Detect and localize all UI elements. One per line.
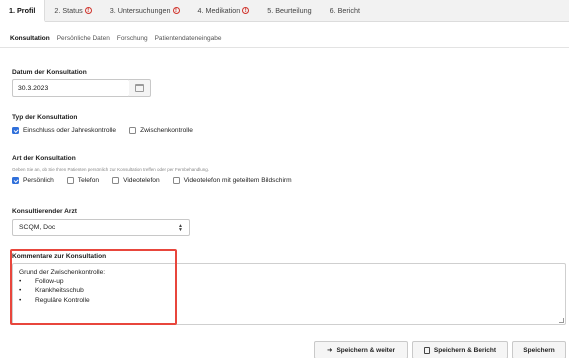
save-button[interactable]: Speichern <box>512 341 566 358</box>
checkbox-label: Zwischenkontrolle <box>140 127 193 134</box>
checkbox-unchecked-icon[interactable] <box>129 127 137 134</box>
checkbox-label: Videotelefon mit geteiltem Bildschirm <box>183 177 292 184</box>
document-icon <box>423 346 430 354</box>
checkbox-checked-icon[interactable] <box>12 177 19 184</box>
subtab-persoenliche-daten[interactable]: Persönliche Daten <box>57 35 110 42</box>
calendar-icon <box>135 84 144 92</box>
calendar-button[interactable] <box>129 79 151 97</box>
date-value: 30.3.2023 <box>18 84 49 92</box>
warning-icon: ! <box>242 7 250 14</box>
tab-label: 1. Profil <box>9 5 36 15</box>
tab-label: 6. Bericht <box>329 6 360 15</box>
tab-medikation[interactable]: 4. Medikation! <box>189 0 259 21</box>
tab-beurteilung[interactable]: 5. Beurteilung <box>258 0 320 21</box>
save-report-button[interactable]: Speichern & Bericht <box>412 341 508 358</box>
button-label: Speichern & weiter <box>336 346 395 354</box>
mode-hint: Geben Sie an, ob Sie Ihren Patienten per… <box>12 167 210 172</box>
main-tabs: 1. Profil 2. Status! 3. Untersuchungen! … <box>0 0 569 22</box>
tab-label: 4. Medikation <box>197 6 241 15</box>
tab-label: 2. Status <box>54 6 83 15</box>
button-label: Speichern & Bericht <box>433 346 497 354</box>
checkbox-videotelefon[interactable]: Videotelefon <box>112 177 160 184</box>
tab-bericht[interactable]: 6. Bericht <box>321 0 369 21</box>
checkbox-einschluss[interactable]: Einschluss oder Jahreskontrolle <box>12 127 116 134</box>
tab-label: 5. Beurteilung <box>267 6 312 15</box>
warning-icon: ! <box>172 7 180 14</box>
checkbox-unchecked-icon[interactable] <box>172 177 180 184</box>
doctor-select[interactable]: SCQM, Doc ▲ ▼ <box>12 219 190 236</box>
arrow-right-icon: ➜ <box>327 347 333 354</box>
mode-label: Art der Konsultation <box>12 155 76 162</box>
checkbox-checked-icon[interactable] <box>12 127 19 134</box>
button-label: Speichern <box>523 346 555 354</box>
type-label: Typ der Konsultation <box>12 114 78 121</box>
date-input[interactable]: 30.3.2023 <box>12 79 130 97</box>
checkbox-persoenlich[interactable]: Persönlich <box>12 177 54 184</box>
date-label: Datum der Konsultation <box>12 69 87 76</box>
doctor-label: Konsultierender Arzt <box>12 208 77 215</box>
checkbox-zwischenkontrolle[interactable]: Zwischenkontrolle <box>129 127 193 134</box>
sub-tabs: Konsultation Persönliche Daten Forschung… <box>0 30 569 48</box>
subtab-konsultation[interactable]: Konsultation <box>10 35 50 42</box>
tab-status[interactable]: 2. Status! <box>45 0 100 21</box>
resize-handle-icon[interactable] <box>559 318 564 323</box>
doctor-value: SCQM, Doc <box>19 224 56 231</box>
save-next-button[interactable]: ➜ Speichern & weiter <box>314 341 408 358</box>
select-arrows-icon: ▲ ▼ <box>178 222 183 233</box>
tab-label: 3. Untersuchungen <box>109 6 171 15</box>
checkbox-videotelefon-bildschirm[interactable]: Videotelefon mit geteiltem Bildschirm <box>172 177 292 184</box>
checkbox-unchecked-icon[interactable] <box>112 177 120 184</box>
checkbox-label: Telefon <box>77 177 100 184</box>
subtab-patientendateneingabe[interactable]: Patientendateneingabe <box>155 35 222 42</box>
subtab-forschung[interactable]: Forschung <box>117 35 148 42</box>
checkbox-unchecked-icon[interactable] <box>66 177 74 184</box>
warning-icon: ! <box>84 7 92 14</box>
checkbox-label: Einschluss oder Jahreskontrolle <box>23 127 117 134</box>
tab-untersuchungen[interactable]: 3. Untersuchungen! <box>101 0 189 21</box>
checkbox-label: Persönlich <box>23 177 54 184</box>
mode-options: Persönlich Telefon Videotelefon Videotel… <box>12 177 305 184</box>
checkbox-telefon[interactable]: Telefon <box>66 177 100 184</box>
type-options: Einschluss oder Jahreskontrolle Zwischen… <box>12 127 206 134</box>
tab-profil[interactable]: 1. Profil <box>0 0 46 22</box>
checkbox-label: Videotelefon <box>123 177 160 184</box>
highlight-box <box>10 249 177 325</box>
